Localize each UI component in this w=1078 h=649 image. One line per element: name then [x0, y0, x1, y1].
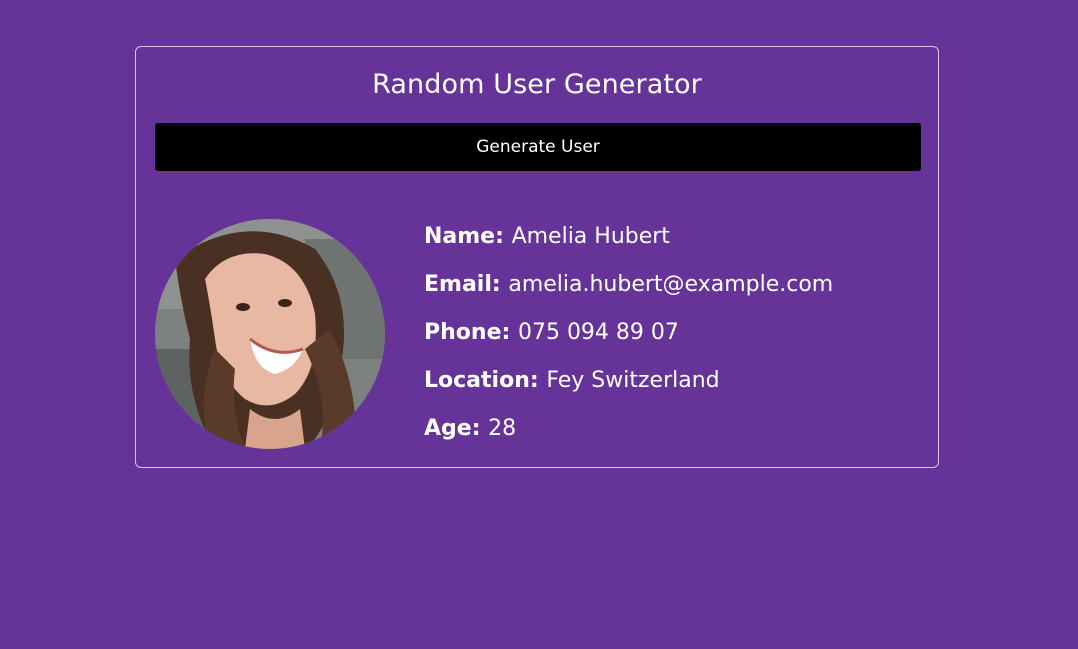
- email-label: Email:: [424, 272, 509, 297]
- phone-value: 075 094 89 07: [517, 320, 679, 345]
- user-photo-icon: [155, 219, 385, 449]
- age-value: 28: [488, 416, 517, 441]
- user-details: Name: Amelia Hubert Email: amelia.hubert…: [424, 221, 833, 461]
- avatar: [155, 219, 385, 449]
- user-card: Random User Generator Generate User Name…: [135, 46, 939, 468]
- email-value: amelia.hubert@example.com: [508, 272, 834, 297]
- age-row: Age: 28: [424, 413, 833, 461]
- location-value: Fey Switzerland: [546, 368, 720, 393]
- location-label: Location:: [424, 368, 547, 393]
- phone-row: Phone: 075 094 89 07: [424, 317, 833, 365]
- age-label: Age:: [424, 416, 489, 441]
- name-label: Name:: [424, 224, 512, 249]
- email-row: Email: amelia.hubert@example.com: [424, 269, 833, 317]
- page-title: Random User Generator: [372, 69, 702, 100]
- name-value: Amelia Hubert: [511, 224, 670, 249]
- phone-label: Phone:: [424, 320, 518, 345]
- name-row: Name: Amelia Hubert: [424, 221, 833, 269]
- location-row: Location: Fey Switzerland: [424, 365, 833, 413]
- generate-user-button[interactable]: Generate User: [155, 123, 921, 171]
